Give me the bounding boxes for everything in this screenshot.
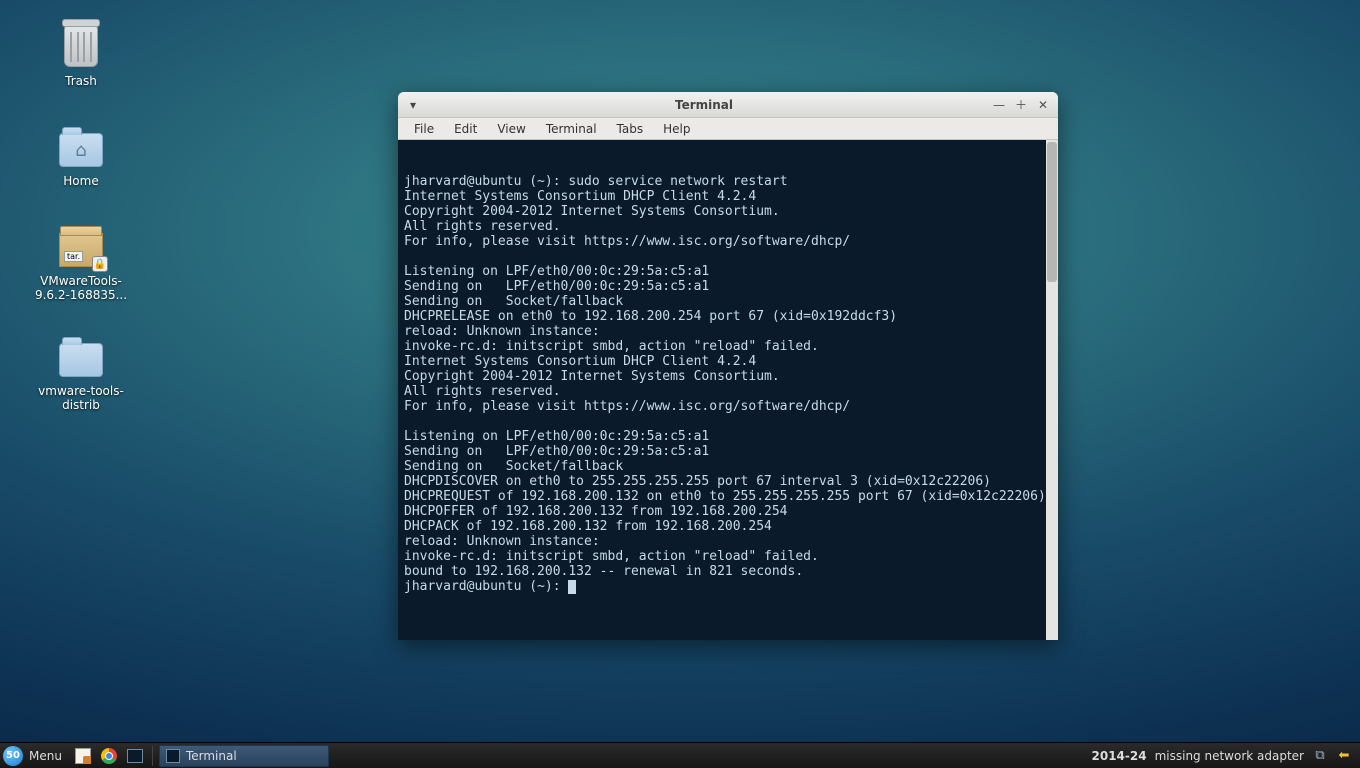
trash-icon	[57, 22, 105, 70]
launcher-chrome[interactable]	[98, 745, 120, 767]
archive-icon: tar.🔒	[57, 222, 105, 270]
network-status-text: missing network adapter	[1155, 749, 1304, 763]
desktop-icon-vmwaretools-dir[interactable]: vmware-tools-distrib	[30, 332, 132, 412]
desktop-icon-vmwaretools-pkg[interactable]: tar.🔒 VMwareTools-9.6.2-168835...	[28, 222, 134, 302]
desktop[interactable]: Trash ⌂ Home tar.🔒 VMwareTools-9.6.2-168…	[0, 0, 1360, 768]
taskbar: 50 Menu Terminal 2014-24 missing network…	[0, 742, 1360, 768]
terminal-icon	[166, 749, 180, 763]
desktop-icon-label: Home	[63, 174, 98, 188]
folder-home-icon: ⌂	[57, 122, 105, 170]
desktop-icon-label: Trash	[65, 74, 97, 88]
notes-icon	[75, 748, 91, 764]
menu-tabs[interactable]: Tabs	[607, 120, 654, 138]
system-tray: 2014-24 missing network adapter ⧉ ⬅	[1084, 748, 1360, 764]
dropbox-icon[interactable]: ⧉	[1312, 748, 1328, 764]
menu-edit[interactable]: Edit	[444, 120, 487, 138]
desktop-icon-label: VMwareTools-9.6.2-168835...	[28, 274, 134, 302]
lock-icon: 🔒	[92, 256, 108, 272]
scrollbar-thumb[interactable]	[1047, 142, 1057, 282]
taskbar-task-label: Terminal	[186, 749, 237, 763]
app-menu-button[interactable]: Menu	[27, 749, 70, 763]
menu-help[interactable]: Help	[653, 120, 700, 138]
launcher-terminal[interactable]	[124, 745, 146, 767]
maximize-button[interactable]: ＋	[1012, 96, 1030, 114]
menu-terminal[interactable]: Terminal	[536, 120, 607, 138]
close-button[interactable]: ✕	[1034, 96, 1052, 114]
folder-icon	[57, 332, 105, 380]
menu-view[interactable]: View	[487, 120, 535, 138]
taskbar-separator	[152, 746, 153, 766]
desktop-icon-label: vmware-tools-distrib	[30, 384, 132, 412]
launcher-notes[interactable]	[72, 745, 94, 767]
scrollbar-vertical[interactable]	[1046, 140, 1058, 640]
window-menubar: File Edit View Terminal Tabs Help	[398, 118, 1058, 140]
minimize-button[interactable]: —	[990, 96, 1008, 114]
clock[interactable]: 2014-24	[1092, 749, 1147, 763]
desktop-icon-trash[interactable]: Trash	[36, 22, 126, 88]
chrome-icon	[101, 748, 117, 764]
terminal-icon	[127, 749, 143, 763]
window-title: Terminal	[422, 98, 986, 112]
terminal-window[interactable]: ▾ Terminal — ＋ ✕ File Edit View Terminal…	[398, 92, 1058, 640]
menu-file[interactable]: File	[404, 120, 444, 138]
taskbar-task-terminal[interactable]: Terminal	[159, 745, 329, 767]
window-titlebar[interactable]: ▾ Terminal — ＋ ✕	[398, 92, 1058, 118]
back-arrow-icon[interactable]: ⬅	[1336, 748, 1352, 764]
window-menu-dropdown[interactable]: ▾	[404, 98, 422, 112]
distro-badge[interactable]: 50	[3, 746, 23, 766]
desktop-icon-home[interactable]: ⌂ Home	[36, 122, 126, 188]
terminal-output[interactable]: jharvard@ubuntu (~): sudo service networ…	[398, 140, 1058, 640]
